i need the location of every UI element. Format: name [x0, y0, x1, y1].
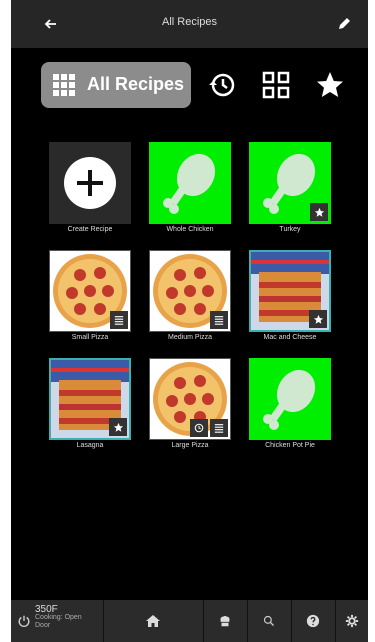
tile-label: Medium Pizza: [168, 334, 212, 341]
recipe-image: [149, 250, 231, 332]
all-recipes-button[interactable]: All Recipes: [41, 62, 191, 108]
home-icon: [146, 615, 160, 627]
list-badge: [210, 311, 228, 329]
settings-button[interactable]: [335, 600, 368, 642]
favorite-badge: [309, 310, 327, 328]
chef-hat-icon: [220, 615, 230, 627]
help-button[interactable]: [291, 600, 336, 642]
list-icon: [214, 424, 224, 433]
drumstick-icon: [163, 153, 216, 214]
recipe-image: [249, 142, 331, 224]
tile-label: Large Pizza: [171, 442, 209, 449]
page-title: All Recipes: [161, 16, 218, 28]
star-icon: [113, 422, 123, 432]
drumstick-icon: [263, 369, 316, 430]
tile-label: Mac and Cheese: [263, 334, 317, 341]
top-bar: All Recipes: [11, 0, 368, 48]
edit-pencil-icon[interactable]: [334, 14, 354, 34]
oven-status[interactable]: 350F Cooking: Open Door: [11, 600, 104, 642]
grid-view-icon[interactable]: [261, 70, 291, 100]
recipe-book-button[interactable]: [203, 600, 248, 642]
tile-label: Create Recipe: [67, 226, 113, 233]
recipe-image: [49, 250, 131, 332]
star-icon: [314, 207, 324, 217]
tile-label: Turkey: [279, 226, 301, 233]
tile-label: Small Pizza: [71, 334, 109, 341]
bottom-bar: 350F Cooking: Open Door: [11, 600, 368, 642]
status-line-1: Cooking: Open: [35, 614, 82, 621]
view-mode-row: All Recipes: [11, 62, 368, 112]
list-badge: [210, 419, 228, 437]
device-screen: All Recipes All Recipes Create Recipe Wh…: [11, 0, 368, 642]
tile-label: Lasagna: [76, 442, 104, 449]
status-line-2: Door: [35, 622, 51, 629]
clock-icon: [194, 423, 204, 433]
recipe-image: [149, 142, 231, 224]
recipe-image: [249, 250, 331, 332]
add-circle-icon: [64, 157, 116, 209]
list-icon: [214, 316, 224, 325]
gear-icon: [345, 614, 359, 628]
temperature-readout: 350F: [35, 604, 58, 615]
power-icon: [18, 615, 30, 628]
list-icon: [114, 316, 124, 325]
status-text: 350F Cooking: Open Door: [35, 604, 82, 630]
history-badge: [190, 419, 208, 437]
list-badge: [110, 311, 128, 329]
all-recipes-label: All Recipes: [87, 74, 185, 94]
create-recipe-image: [49, 142, 131, 224]
star-icon: [313, 314, 323, 324]
search-icon: [263, 615, 274, 626]
favorite-badge: [310, 203, 328, 221]
recipe-image: [49, 358, 131, 440]
grid-nine-icon: [53, 74, 75, 96]
history-icon[interactable]: [207, 70, 237, 100]
help-icon: [306, 614, 320, 628]
favorite-badge: [109, 418, 127, 436]
recipe-image: [149, 358, 231, 440]
tile-label: Whole Chicken: [166, 226, 214, 233]
favorites-star-icon[interactable]: [315, 70, 345, 100]
home-button[interactable]: [103, 600, 204, 642]
tile-label: Chicken Pot Pie: [265, 442, 315, 449]
recipe-image: [249, 358, 331, 440]
search-button[interactable]: [247, 600, 292, 642]
